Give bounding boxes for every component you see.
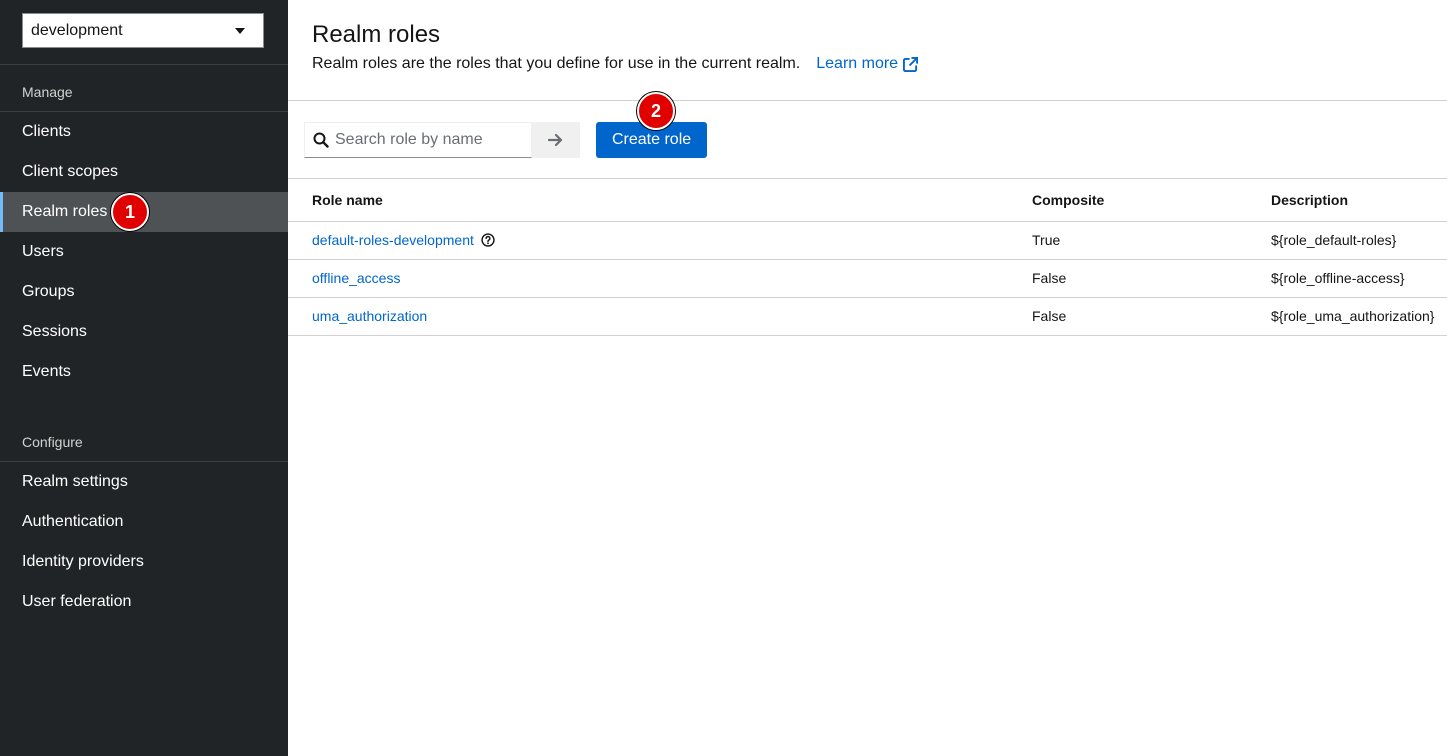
page-title: Realm roles <box>312 21 441 48</box>
sidebar-item-label: Realm settings <box>22 473 128 490</box>
column-header-composite[interactable]: Composite <box>1032 179 1271 222</box>
realm-selector-value: development <box>31 21 123 39</box>
composite-cell: False <box>1032 297 1271 336</box>
sidebar-item-sessions[interactable]: Sessions <box>0 312 288 352</box>
composite-cell: False <box>1032 259 1271 298</box>
section-title-manage: Manage <box>22 84 73 100</box>
search-submit-button[interactable] <box>532 122 580 158</box>
sidebar-item-realm-settings[interactable]: Realm settings <box>0 462 288 502</box>
table-row: default-roles-development True ${role_de… <box>288 221 1447 260</box>
sidebar-item-events[interactable]: Events <box>0 352 288 392</box>
role-link[interactable]: default-roles-development <box>312 232 474 248</box>
sidebar-item-label: Groups <box>22 283 75 300</box>
sidebar: development Manage Clients Client scopes… <box>0 0 288 756</box>
learn-more-label: Learn more <box>816 55 899 72</box>
role-name-cell: offline_access <box>288 259 1032 298</box>
sidebar-item-label: Clients <box>22 123 71 140</box>
description-cell: ${role_default-roles} <box>1271 221 1447 260</box>
description-cell: ${role_uma_authorization} <box>1271 297 1447 336</box>
sidebar-item-groups[interactable]: Groups <box>0 272 288 312</box>
role-link[interactable]: offline_access <box>312 270 400 286</box>
sidebar-item-users[interactable]: Users <box>0 232 288 272</box>
realm-selector[interactable]: development <box>22 13 264 48</box>
main-content: Realm roles Realm roles are the roles th… <box>288 0 1447 756</box>
sidebar-item-identity-providers[interactable]: Identity providers <box>0 542 288 582</box>
column-header-role-name[interactable]: Role name <box>288 179 1032 222</box>
learn-more-link[interactable]: Learn more <box>816 55 919 73</box>
role-name-cell: uma_authorization <box>288 297 1032 336</box>
sidebar-item-label: Identity providers <box>22 553 144 570</box>
header-divider <box>288 100 1447 101</box>
search-box <box>304 122 532 158</box>
table-row: uma_authorization False ${role_uma_autho… <box>288 297 1447 336</box>
table-row: offline_access False ${role_offline-acce… <box>288 259 1447 298</box>
column-header-description[interactable]: Description <box>1271 179 1447 222</box>
sidebar-divider <box>0 64 288 65</box>
sidebar-item-label: User federation <box>22 593 132 610</box>
caret-down-icon <box>235 27 245 34</box>
external-link-icon <box>903 56 919 72</box>
step-badge-1: 1 <box>111 193 149 231</box>
page-description-text: Realm roles are the roles that you defin… <box>312 55 801 72</box>
table-header-row: Role name Composite Description <box>288 179 1447 222</box>
sidebar-item-label: Client scopes <box>22 163 119 180</box>
section-title-configure: Configure <box>22 434 83 450</box>
sidebar-item-clients[interactable]: Clients <box>0 112 288 152</box>
sidebar-item-label: Users <box>22 243 64 260</box>
sidebar-item-label: Events <box>22 363 71 380</box>
sidebar-item-label: Sessions <box>22 323 87 340</box>
help-icon[interactable] <box>481 233 495 247</box>
sidebar-item-label: Realm roles <box>22 203 108 220</box>
sidebar-item-authentication[interactable]: Authentication <box>0 502 288 542</box>
sidebar-item-label: Authentication <box>22 513 124 530</box>
role-link[interactable]: uma_authorization <box>312 308 427 324</box>
sidebar-item-user-federation[interactable]: User federation <box>0 582 288 622</box>
search-icon <box>313 132 329 148</box>
step-badge-2: 2 <box>637 92 675 130</box>
search-input[interactable] <box>335 131 525 149</box>
app-root: development Manage Clients Client scopes… <box>0 0 1447 756</box>
page-description: Realm roles are the roles that you defin… <box>312 55 919 73</box>
sidebar-item-client-scopes[interactable]: Client scopes <box>0 152 288 192</box>
description-cell: ${role_offline-access} <box>1271 259 1447 298</box>
role-name-cell: default-roles-development <box>288 221 1032 260</box>
roles-table: Role name Composite Description default-… <box>288 179 1447 336</box>
composite-cell: True <box>1032 221 1271 260</box>
arrow-right-icon <box>548 133 563 147</box>
